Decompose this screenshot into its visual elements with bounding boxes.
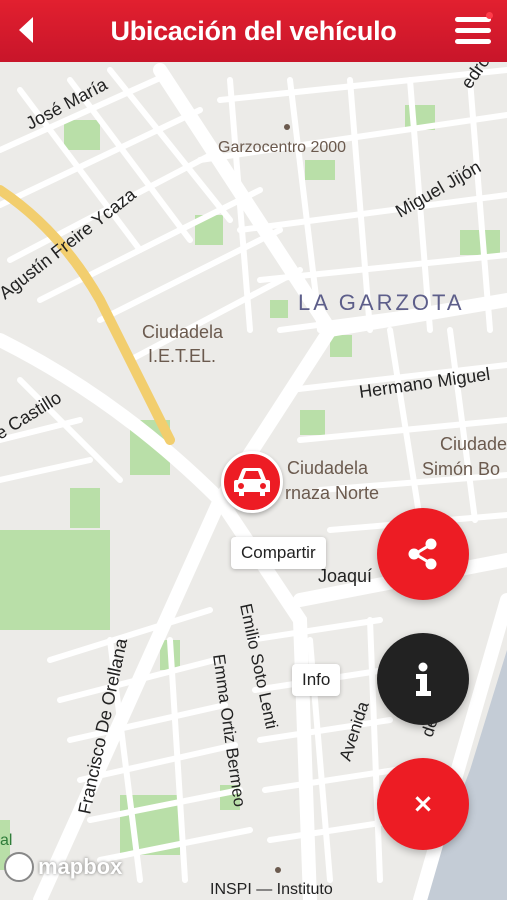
info-button[interactable] <box>377 633 469 725</box>
back-arrow-icon <box>19 17 33 43</box>
poi-dot <box>275 867 281 873</box>
share-label[interactable]: Compartir <box>231 537 326 569</box>
label-ciudadela-simon-1: Ciudade <box>440 434 507 454</box>
label-joaquin: Joaquí <box>318 566 372 586</box>
label-la-garzota: LA GARZOTA <box>298 290 465 315</box>
close-icon: × <box>412 789 434 819</box>
share-icon <box>408 538 437 570</box>
share-button[interactable] <box>377 508 469 600</box>
close-button[interactable]: × <box>377 758 469 850</box>
car-icon <box>234 468 270 496</box>
info-icon <box>416 662 431 696</box>
mapbox-logo[interactable]: mapbox <box>4 852 122 882</box>
notification-dot <box>486 12 493 19</box>
label-ciudadela-narnaza-1: Ciudadela <box>287 458 369 478</box>
vehicle-marker[interactable] <box>221 451 283 513</box>
label-inspi: INSPI — Instituto <box>210 881 333 898</box>
mapbox-icon <box>4 852 34 882</box>
mapbox-text: mapbox <box>38 854 123 879</box>
label-left-edge: al <box>0 832 12 849</box>
info-label[interactable]: Info <box>292 664 341 696</box>
back-button[interactable] <box>6 10 46 50</box>
label-garzocentro: Garzocentro 2000 <box>218 139 346 156</box>
label-ciudadela-narnaza-2: rnaza Norte <box>285 483 379 503</box>
label-ietel: I.E.T.EL. <box>148 346 216 366</box>
poi-dot <box>284 124 290 130</box>
menu-button[interactable] <box>451 9 497 53</box>
label-ciudadela: Ciudadela <box>142 322 224 342</box>
label-ciudadela-simon-2: Simón Bo <box>422 459 500 479</box>
page-title: Ubicación del vehículo <box>110 15 397 46</box>
app-header: Ubicación del vehículo <box>0 0 507 62</box>
